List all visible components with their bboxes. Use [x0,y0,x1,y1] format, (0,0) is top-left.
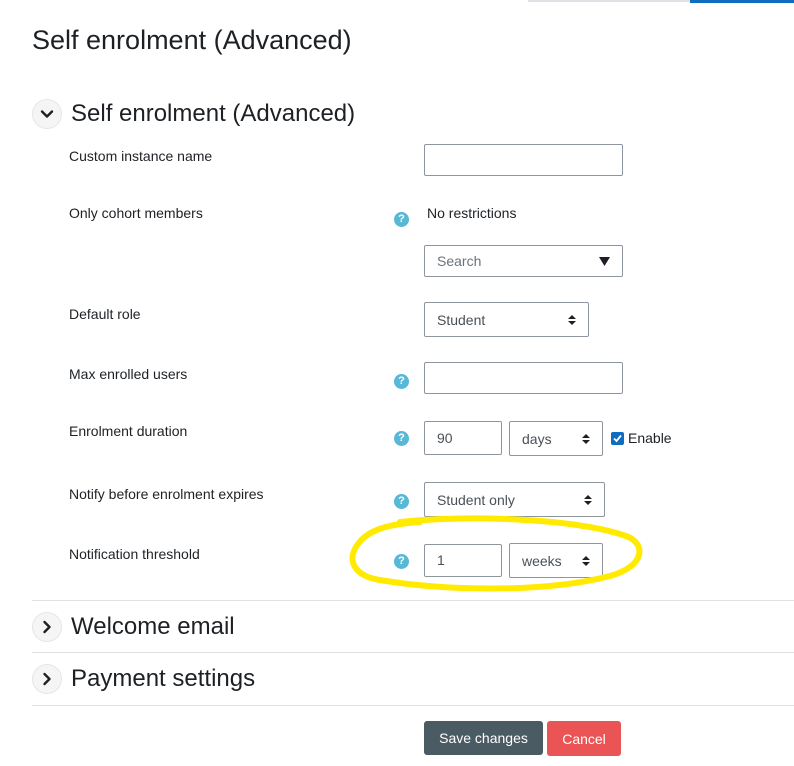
enrolment-duration-enable-checkbox[interactable] [611,432,624,445]
cohort-search-dropdown[interactable]: Search [424,245,623,277]
notification-threshold-label: Notification threshold [69,546,200,562]
notify-before-expires-value: Student only [437,491,515,508]
sort-arrows-icon [584,494,592,505]
sort-arrows-icon [582,555,590,566]
default-role-select[interactable]: Student [424,302,589,337]
notification-threshold-unit-value: weeks [522,552,562,569]
sort-arrows-icon [568,314,576,325]
expand-payment-settings-toggle[interactable] [32,664,62,694]
check-icon [613,434,622,443]
enrolment-duration-input[interactable]: 90 [424,421,502,455]
question-circle-icon[interactable]: ? [394,554,409,569]
enrolment-duration-unit-select[interactable]: days [509,421,603,456]
question-circle-icon[interactable]: ? [394,494,409,509]
max-enrolled-users-label: Max enrolled users [69,366,188,382]
notify-before-expires-label: Notify before enrolment expires [69,486,264,502]
notification-threshold-unit-select[interactable]: weeks [509,543,603,578]
section-divider [32,705,794,706]
cancel-button[interactable]: Cancel [547,721,621,756]
section-divider [32,600,794,601]
custom-instance-name-label: Custom instance name [69,148,213,164]
question-circle-icon[interactable]: ? [394,212,409,227]
question-circle-icon[interactable]: ? [394,431,409,446]
enrolment-duration-unit-value: days [522,430,552,447]
default-role-value: Student [437,311,486,328]
expand-welcome-email-toggle[interactable] [32,612,62,642]
custom-instance-name-input[interactable] [424,144,623,176]
save-changes-button[interactable]: Save changes [424,721,543,755]
chevron-right-icon [43,672,51,686]
max-enrolled-users-input[interactable] [424,362,623,394]
cohort-search-placeholder: Search [437,253,482,269]
notify-before-expires-select[interactable]: Student only [424,482,605,517]
default-role-label: Default role [69,306,141,322]
section-title-payment-settings[interactable]: Payment settings [71,664,255,694]
caret-down-icon [599,256,610,266]
question-circle-icon[interactable]: ? [394,374,409,389]
notification-threshold-input[interactable]: 1 [424,544,502,577]
cohort-current-value: No restrictions [427,205,517,221]
only-cohort-members-label: Only cohort members [69,205,203,221]
enrolment-duration-enable-label[interactable]: Enable [628,430,672,446]
top-divider [528,0,690,2]
section-title-self-enrolment[interactable]: Self enrolment (Advanced) [71,99,355,129]
sort-arrows-icon [582,433,590,444]
enrolment-duration-label: Enrolment duration [69,423,188,439]
collapse-section-toggle[interactable] [32,99,62,129]
chevron-down-icon [40,110,54,118]
section-title-welcome-email[interactable]: Welcome email [71,612,235,642]
chevron-right-icon [43,620,51,634]
section-divider [32,652,794,653]
active-tab-indicator [690,0,794,3]
page-title: Self enrolment (Advanced) [32,25,352,55]
